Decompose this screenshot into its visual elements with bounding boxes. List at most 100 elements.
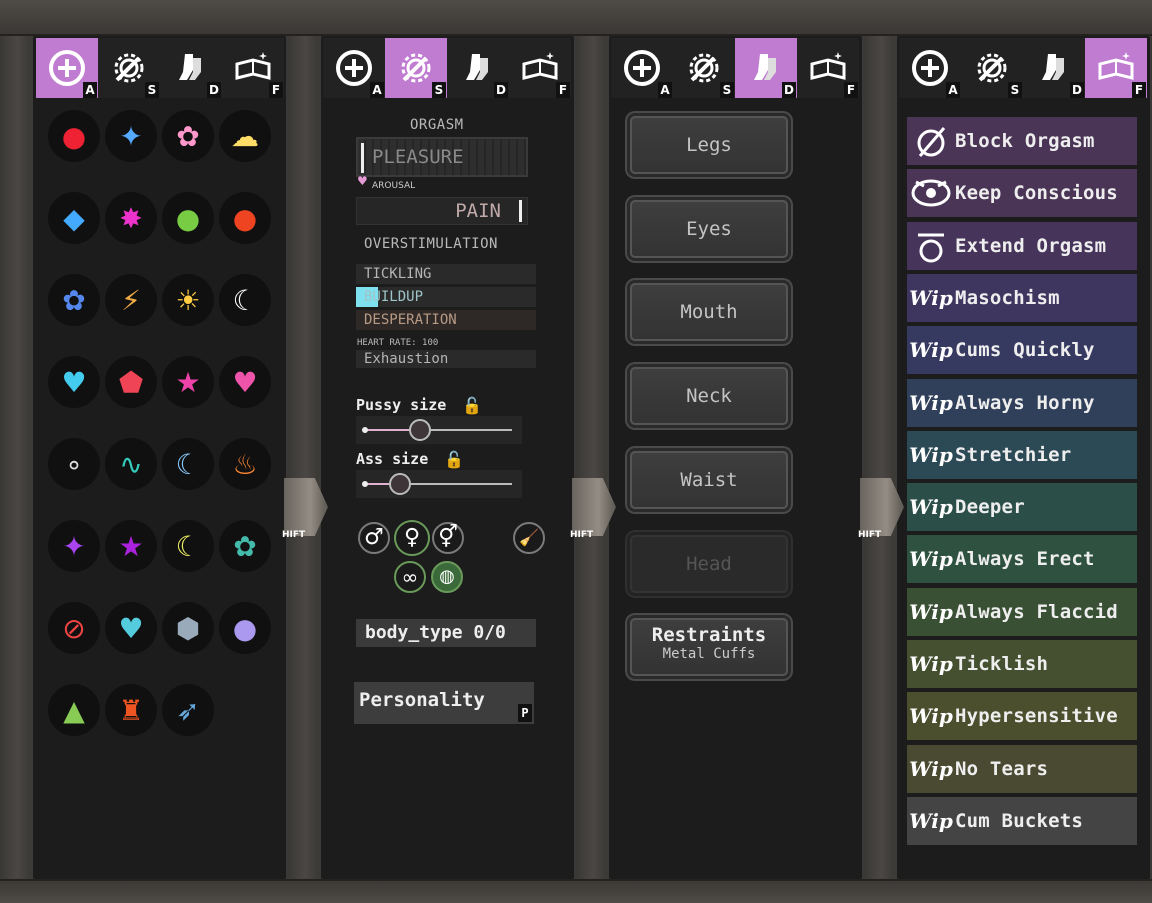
cutie-mark-button[interactable]: ♥ [105, 602, 157, 654]
tab-clothing[interactable]: D [1023, 38, 1085, 98]
unlock-icon[interactable]: 🔓 [462, 396, 482, 415]
cutie-mark-button[interactable]: ★ [162, 356, 214, 408]
tab-clothing[interactable]: D [447, 38, 509, 98]
perk-row[interactable]: Keep Conscious [907, 169, 1137, 218]
cutie-mark-button[interactable]: ● [219, 192, 271, 244]
slider-start-dot [362, 427, 368, 433]
cutie-mark-button[interactable]: ✸ [105, 192, 157, 244]
cutie-mark-button[interactable]: ★ [105, 520, 157, 572]
cutie-mark-button[interactable]: ● [162, 192, 214, 244]
cutie-mark-button[interactable]: ✿ [162, 110, 214, 162]
cutie-mark-button[interactable]: ⬟ [105, 356, 157, 408]
balloons-mark-icon: ☁ [231, 119, 259, 153]
slot-eyes[interactable]: Eyes [630, 200, 788, 258]
perk-row[interactable]: Wip Cums Quickly [907, 326, 1137, 375]
perk-row[interactable]: Wip Masochism [907, 273, 1137, 322]
female-sex-button[interactable]: ♀ [394, 520, 430, 556]
cutie-mark-button[interactable]: ♜ [105, 684, 157, 736]
perk-row[interactable]: Wip Always Horny [907, 378, 1137, 427]
tab-perks[interactable]: F [1085, 38, 1147, 98]
tab-clothing[interactable]: D [160, 38, 222, 98]
cutie-mark-button[interactable]: ✿ [48, 274, 100, 326]
slot-neck[interactable]: Neck [630, 367, 788, 425]
cutie-mark-button[interactable]: ➶ [162, 684, 214, 736]
leaf-heart-mark-icon: ♥ [118, 611, 144, 645]
cutie-mark-button[interactable]: ⬢ [162, 602, 214, 654]
ass-size-slider[interactable] [356, 470, 522, 498]
slot-mouth[interactable]: Mouth [630, 283, 788, 341]
tab-settings[interactable]: S [673, 38, 735, 98]
personality-button[interactable]: Personality P [354, 682, 534, 724]
cutie-mark-button[interactable]: ∿ [105, 438, 157, 490]
butterflies-mark-icon: ✿ [176, 119, 200, 153]
tab-settings[interactable]: S [98, 38, 160, 98]
cutie-mark-button[interactable]: ∘ [48, 438, 100, 490]
cutie-mark-button[interactable]: ♥ [48, 356, 100, 408]
perk-row[interactable]: Wip No Tears [907, 744, 1137, 793]
heart-gem-mark-icon: ♥ [61, 365, 87, 399]
key-hint: F [844, 82, 858, 98]
slot-legs[interactable]: Legs [630, 116, 788, 174]
globe-button[interactable]: ◍ [431, 561, 463, 593]
tab-perks[interactable]: F [509, 38, 571, 98]
slider-knob[interactable] [409, 419, 432, 441]
overstimulation-label: OVERSTIMULATION [364, 236, 498, 252]
heart-icon: ♥ [357, 174, 368, 188]
perk-row[interactable]: Wip Cum Buckets [907, 796, 1137, 845]
cutie-mark-button[interactable]: ☾ [162, 520, 214, 572]
perk-label: Masochism [955, 286, 1060, 309]
tab-add[interactable]: A [611, 38, 673, 98]
key-hint: D [782, 82, 796, 98]
body-type-box[interactable]: body_type 0/0 [356, 619, 536, 647]
perk-row[interactable]: Wip Deeper [907, 483, 1137, 532]
frame-bottom [288, 879, 576, 903]
perk-row[interactable]: Wip Always Flaccid [907, 587, 1137, 636]
cutie-mark-button[interactable]: ✦ [48, 520, 100, 572]
yellow-moon-mark-icon: ☾ [175, 529, 201, 563]
cutie-mark-button[interactable]: ● [48, 110, 100, 162]
perk-row[interactable]: Wip Always Erect [907, 535, 1137, 584]
pussy-size-label: Pussy size [356, 396, 447, 414]
cutie-mark-button[interactable]: ⊘ [48, 602, 100, 654]
cutie-mark-button[interactable]: ⚡ [105, 274, 157, 326]
slot-head[interactable]: Head [630, 535, 788, 593]
tab-perks[interactable]: F [222, 38, 284, 98]
bubbles-mark-icon: ∘ [65, 447, 83, 481]
tab-clothing[interactable]: D [735, 38, 797, 98]
slider-knob[interactable] [388, 473, 411, 495]
slot-waist[interactable]: Waist [630, 451, 788, 509]
tab-perks[interactable]: F [797, 38, 859, 98]
cutie-mark-button[interactable]: ✦ [105, 110, 157, 162]
tab-add[interactable]: A [899, 38, 961, 98]
cutie-mark-button[interactable]: ▲ [48, 684, 100, 736]
cutie-mark-button[interactable]: ♥ [219, 356, 271, 408]
perk-row[interactable]: Wip Hypersensitive [907, 692, 1137, 741]
cutie-mark-button[interactable]: ✿ [219, 520, 271, 572]
broom-icon[interactable]: 🧹 [513, 522, 545, 554]
sparkle-mark-icon: ✸ [119, 201, 143, 235]
perk-row[interactable]: Wip Ticklish [907, 640, 1137, 688]
cutie-mark-button[interactable]: ♨ [219, 438, 271, 490]
cutie-mark-button[interactable]: ☾ [162, 438, 214, 490]
cutie-mark-button[interactable]: ☁ [219, 110, 271, 162]
cutie-mark-button[interactable]: ◆ [48, 192, 100, 244]
perk-row[interactable]: Block Orgasm [907, 117, 1137, 165]
tab-settings[interactable]: S [385, 38, 447, 98]
cutie-mark-button[interactable]: ☾ [219, 274, 271, 326]
pussy-size-slider[interactable] [356, 416, 522, 444]
both-sex-button[interactable]: ⚥ [432, 522, 464, 554]
cutie-mark-button[interactable]: ☀ [162, 274, 214, 326]
male-sex-button[interactable]: ♂ [358, 522, 390, 554]
slot-restraints[interactable]: Restraints Metal Cuffs [630, 618, 788, 676]
perk-row[interactable]: Wip Stretchier [907, 430, 1137, 479]
perk-row[interactable]: Extend Orgasm [907, 221, 1137, 270]
gear-wrench-icon [689, 53, 719, 83]
extend-icon [907, 222, 955, 270]
infinity-button[interactable]: ∞ [394, 561, 426, 593]
shift-label: HIFT [570, 530, 594, 540]
unlock-icon[interactable]: 🔓 [444, 450, 464, 469]
cutie-mark-button[interactable]: ● [219, 602, 271, 654]
tab-settings[interactable]: S [961, 38, 1023, 98]
tab-add[interactable]: A [36, 38, 98, 98]
tab-add[interactable]: A [323, 38, 385, 98]
